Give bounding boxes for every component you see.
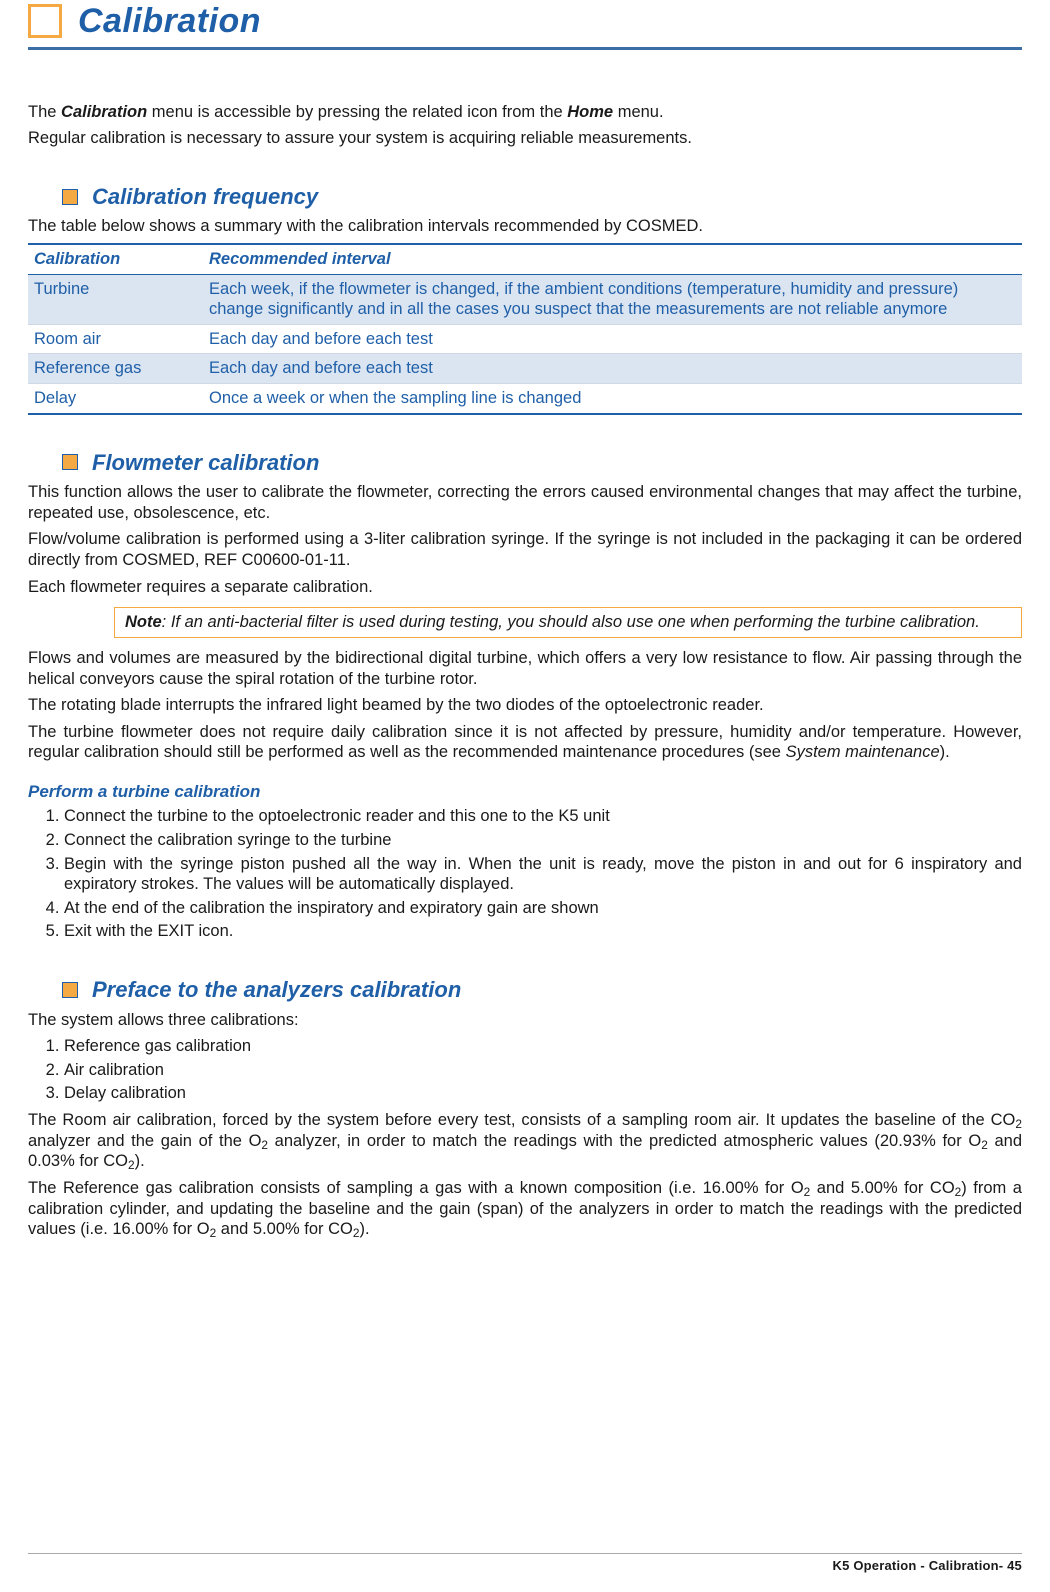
text-run: menu is accessible by pressing the relat…: [147, 103, 567, 121]
text-run: analyzer, in order to match the readings…: [268, 1132, 981, 1150]
text-run: ).: [359, 1220, 369, 1238]
section-bullet-icon: [62, 454, 78, 470]
text-run: ).: [135, 1152, 145, 1170]
list-item: Reference gas calibration: [64, 1036, 1022, 1057]
section-title: Preface to the analyzers calibration: [92, 976, 461, 1004]
table-row: Reference gas Each day and before each t…: [28, 354, 1022, 384]
section-heading-flowmeter: Flowmeter calibration: [62, 449, 1022, 477]
page-footer: K5 Operation - Calibration- 45: [28, 1553, 1022, 1574]
preface-p2: The Reference gas calibration consists o…: [28, 1178, 1022, 1240]
table-cell: Delay: [28, 384, 203, 414]
section-title: Calibration frequency: [92, 183, 318, 211]
list-item: Connect the calibration syringe to the t…: [64, 830, 1022, 851]
calibration-frequency-table: Calibration Recommended interval Turbine…: [28, 243, 1022, 415]
text-run: and 5.00% for CO: [216, 1220, 353, 1238]
flow-p2: Flow/volume calibration is performed usi…: [28, 529, 1022, 570]
turbine-steps-list: Connect the turbine to the optoelectroni…: [46, 806, 1022, 942]
table-header: Recommended interval: [203, 244, 1022, 274]
table-cell: Once a week or when the sampling line is…: [203, 384, 1022, 414]
preface-p1: The Room air calibration, forced by the …: [28, 1110, 1022, 1172]
table-header-row: Calibration Recommended interval: [28, 244, 1022, 274]
text-run-bold: Home: [567, 103, 613, 121]
list-item: At the end of the calibration the inspir…: [64, 898, 1022, 919]
text-run: analyzer and the gain of the O: [28, 1132, 261, 1150]
table-row: Room air Each day and before each test: [28, 324, 1022, 354]
table-cell: Each day and before each test: [203, 354, 1022, 384]
table-cell: Turbine: [28, 274, 203, 324]
note-box: Note: If an anti-bacterial filter is use…: [114, 607, 1022, 638]
chapter-title: Calibration: [78, 0, 261, 43]
table-cell: Reference gas: [28, 354, 203, 384]
table-row: Delay Once a week or when the sampling l…: [28, 384, 1022, 414]
text-run: The: [28, 103, 61, 121]
list-item: Delay calibration: [64, 1083, 1022, 1104]
flow-p3: Each flowmeter requires a separate calib…: [28, 577, 1022, 598]
chapter-icon: [28, 4, 62, 38]
list-item: Exit with the EXIT icon.: [64, 921, 1022, 942]
text-run: menu.: [613, 103, 663, 121]
intro-paragraph-1: The Calibration menu is accessible by pr…: [28, 102, 1022, 123]
section-title: Flowmeter calibration: [92, 449, 319, 477]
text-run-bold: Calibration: [61, 103, 147, 121]
table-header: Calibration: [28, 244, 203, 274]
section-bullet-icon: [62, 189, 78, 205]
flow-p1: This function allows the user to calibra…: [28, 482, 1022, 523]
text-run: and 5.00% for CO: [810, 1179, 954, 1197]
table-cell: Each week, if the flowmeter is changed, …: [203, 274, 1022, 324]
table-row: Turbine Each week, if the flowmeter is c…: [28, 274, 1022, 324]
text-run-italic: System maintenance: [786, 743, 940, 761]
text-run: The Reference gas calibration consists o…: [28, 1179, 804, 1197]
text-run: ).: [940, 743, 950, 761]
note-body: : If an anti-bacterial filter is used du…: [162, 613, 980, 631]
subscript: 2: [128, 1158, 135, 1172]
flow-p5: The rotating blade interrupts the infrar…: [28, 695, 1022, 716]
preface-lead: The system allows three calibrations:: [28, 1010, 1022, 1031]
text-run: The Room air calibration, forced by the …: [28, 1111, 1015, 1129]
list-item: Air calibration: [64, 1060, 1022, 1081]
section-bullet-icon: [62, 982, 78, 998]
freq-lead: The table below shows a summary with the…: [28, 216, 1022, 237]
chapter-header: Calibration: [28, 0, 1022, 50]
table-cell: Each day and before each test: [203, 324, 1022, 354]
intro-paragraph-2: Regular calibration is necessary to assu…: [28, 128, 1022, 149]
subscript: 2: [1015, 1117, 1022, 1131]
section-heading-preface: Preface to the analyzers calibration: [62, 976, 1022, 1004]
note-label: Note: [125, 613, 162, 631]
list-item: Begin with the syringe piston pushed all…: [64, 854, 1022, 895]
section-heading-frequency: Calibration frequency: [62, 183, 1022, 211]
flow-p4: Flows and volumes are measured by the bi…: [28, 648, 1022, 689]
subheading-turbine-procedure: Perform a turbine calibration: [28, 781, 1022, 802]
flow-p6: The turbine flowmeter does not require d…: [28, 722, 1022, 763]
subscript: 2: [981, 1138, 988, 1152]
table-cell: Room air: [28, 324, 203, 354]
preface-list: Reference gas calibration Air calibratio…: [46, 1036, 1022, 1104]
list-item: Connect the turbine to the optoelectroni…: [64, 806, 1022, 827]
